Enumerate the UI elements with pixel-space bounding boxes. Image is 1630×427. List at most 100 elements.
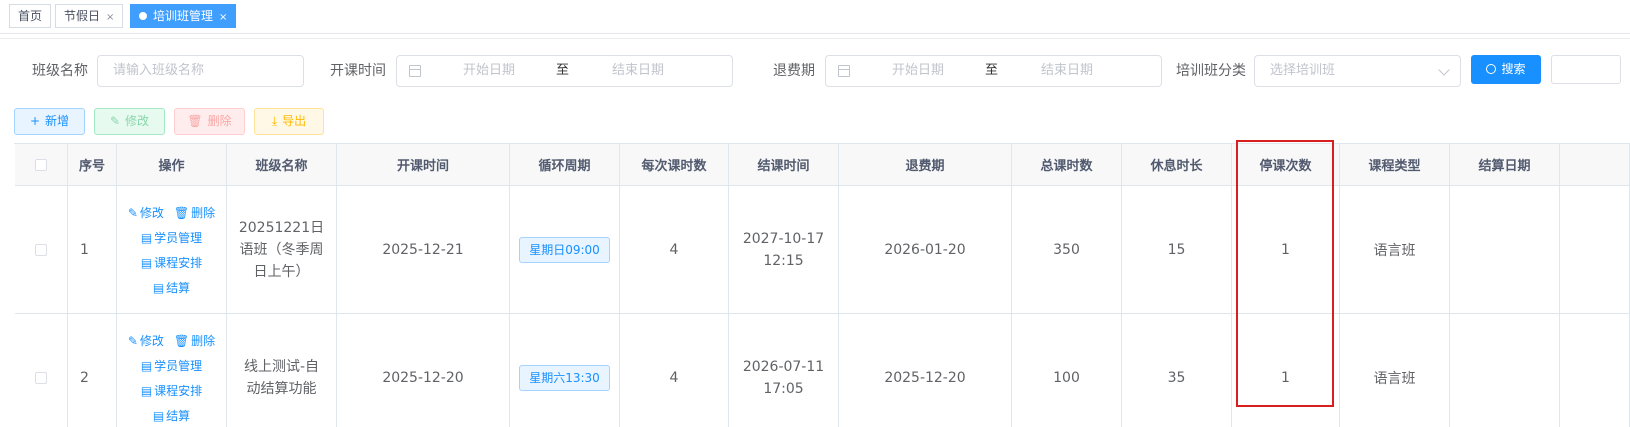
delete-button-label: 删除: [207, 114, 232, 128]
table-header: 序号 操作 班级名称 开课时间 循环周期 每次课时数 结课时间 退费期 总课时数…: [15, 144, 1630, 186]
rest-duration-cell: 35: [1122, 314, 1232, 427]
end-time-cell: 2027-10-17 12:15: [729, 186, 839, 314]
hours-per-class-cell: 4: [620, 186, 729, 314]
refund-period-label: 退费期: [773, 63, 815, 79]
course-type-cell: 语言班: [1340, 314, 1450, 427]
row-schedule-link[interactable]: ▤ 课程安排: [141, 254, 202, 271]
refund-period-range-picker[interactable]: 开始日期 至 结束日期: [825, 55, 1162, 87]
extra-cell: [1560, 186, 1630, 314]
row-actions-cell: ✎ 修改 🗑 删除 ▤ 学员管理 ▤ 课程安排 ▤ 结算: [117, 314, 227, 427]
row-edit-link[interactable]: ✎ 修改: [128, 332, 164, 349]
row-schedule-label: 课程安排: [154, 255, 203, 270]
search-button-label: 搜索: [1501, 62, 1526, 76]
reset-button[interactable]: [1551, 55, 1621, 84]
document-icon: ▤: [140, 383, 153, 398]
total-hours-cell: 100: [1012, 314, 1122, 427]
row-select-cell: [15, 314, 68, 427]
column-header: 总课时数: [1012, 144, 1122, 186]
row-edit-label: 修改: [139, 205, 164, 220]
column-header: 退费期: [839, 144, 1012, 186]
class-name-placeholder: 请输入班级名称: [113, 63, 205, 78]
row-schedule-label: 课程安排: [154, 383, 203, 398]
search-button[interactable]: 搜索: [1471, 55, 1541, 84]
row-delete-label: 删除: [191, 333, 216, 348]
row-settle-link[interactable]: ▤ 结算: [153, 407, 190, 424]
column-header: 课程类型: [1340, 144, 1450, 186]
class-name-cell: 线上测试-自动结算功能: [227, 314, 337, 427]
download-icon: ⤓: [271, 114, 278, 128]
refund-end-date[interactable]: 结束日期: [1041, 56, 1093, 86]
column-header: 序号: [68, 144, 117, 186]
cycle-cell: 星期日09:00: [510, 186, 620, 314]
tag-holiday[interactable]: 节假日 ×: [55, 4, 124, 28]
export-button[interactable]: ⤓ 导出: [254, 108, 324, 135]
settle-date-cell: [1450, 314, 1560, 427]
row-index: 2: [68, 314, 117, 427]
row-checkbox[interactable]: [35, 371, 47, 384]
open-time-label: 开课时间: [330, 63, 386, 79]
row-select-cell: [15, 186, 68, 314]
row-schedule-link[interactable]: ▤ 课程安排: [141, 382, 202, 399]
open-time-range-picker[interactable]: 开始日期 至 结束日期: [396, 55, 733, 87]
row-edit-link[interactable]: ✎ 修改: [128, 204, 164, 221]
row-delete-link[interactable]: 🗑 删除: [174, 332, 215, 349]
tags-view-bar: 首页 节假日 × 培训班管理 ×: [0, 0, 1630, 34]
column-header: 停课次数: [1232, 144, 1340, 186]
start-time-cell: 2025-12-21: [337, 186, 510, 314]
cycle-tag: 星期六13:30: [519, 364, 610, 391]
column-header: 每次课时数: [620, 144, 729, 186]
range-separator: 至: [985, 63, 999, 78]
refund-period-cell: 2025-12-20: [839, 314, 1012, 427]
open-start-date[interactable]: 开始日期: [463, 56, 515, 86]
row-students-label: 学员管理: [154, 358, 203, 373]
edit-icon: ✎: [109, 114, 121, 128]
calendar-icon: [838, 65, 850, 77]
close-icon[interactable]: ×: [106, 12, 114, 23]
row-settle-label: 结算: [166, 408, 191, 423]
total-hours-cell: 350: [1012, 186, 1122, 314]
export-button-label: 导出: [282, 114, 307, 128]
calendar-icon: [409, 65, 421, 77]
tag-home[interactable]: 首页: [9, 4, 52, 28]
open-end-date[interactable]: 结束日期: [612, 56, 664, 86]
refund-start-date[interactable]: 开始日期: [892, 56, 944, 86]
select-all-checkbox[interactable]: [35, 158, 47, 171]
add-button[interactable]: + 新增: [14, 108, 85, 135]
divider: [0, 38, 1630, 39]
chevron-down-icon: [1438, 64, 1450, 76]
row-delete-link[interactable]: 🗑 删除: [174, 204, 215, 221]
add-button-label: 新增: [45, 114, 70, 128]
select-all-cell: [15, 144, 68, 186]
row-delete-label: 删除: [191, 205, 216, 220]
range-separator: 至: [556, 63, 570, 78]
suspend-count-cell: 1: [1232, 314, 1340, 427]
trash-icon: 🗑: [173, 205, 190, 220]
active-dot-icon: [139, 12, 147, 20]
delete-button[interactable]: 🗑 删除: [174, 108, 245, 135]
row-students-link[interactable]: ▤ 学员管理: [141, 229, 202, 246]
column-header-empty: [1560, 144, 1630, 186]
extra-cell: [1560, 314, 1630, 427]
tag-label: 培训班管理: [153, 9, 214, 23]
row-settle-link[interactable]: ▤ 结算: [153, 279, 190, 296]
row-edit-label: 修改: [139, 333, 164, 348]
tag-label: 节假日: [64, 9, 101, 23]
tag-training-class[interactable]: 培训班管理 ×: [130, 4, 237, 28]
row-students-link[interactable]: ▤ 学员管理: [141, 357, 202, 374]
hours-per-class-cell: 4: [620, 314, 729, 427]
class-name-cell: 20251221日语班（冬季周日上午）: [227, 186, 337, 314]
edit-button[interactable]: ✎ 修改: [94, 108, 165, 135]
row-checkbox[interactable]: [35, 243, 47, 256]
suspend-count-cell: 1: [1232, 186, 1340, 314]
end-time-cell: 2026-07-11 17:05: [729, 314, 839, 427]
class-name-label: 班级名称: [32, 63, 88, 79]
cycle-tag: 星期日09:00: [519, 236, 610, 263]
plus-icon: +: [29, 114, 41, 128]
category-select[interactable]: 选择培训班: [1254, 55, 1461, 87]
class-name-input[interactable]: 请输入班级名称: [97, 55, 304, 87]
close-icon[interactable]: ×: [219, 12, 227, 23]
category-label: 培训班分类: [1176, 63, 1246, 79]
category-placeholder: 选择培训班: [1270, 63, 1336, 78]
column-header: 结算日期: [1450, 144, 1560, 186]
rest-duration-cell: 15: [1122, 186, 1232, 314]
